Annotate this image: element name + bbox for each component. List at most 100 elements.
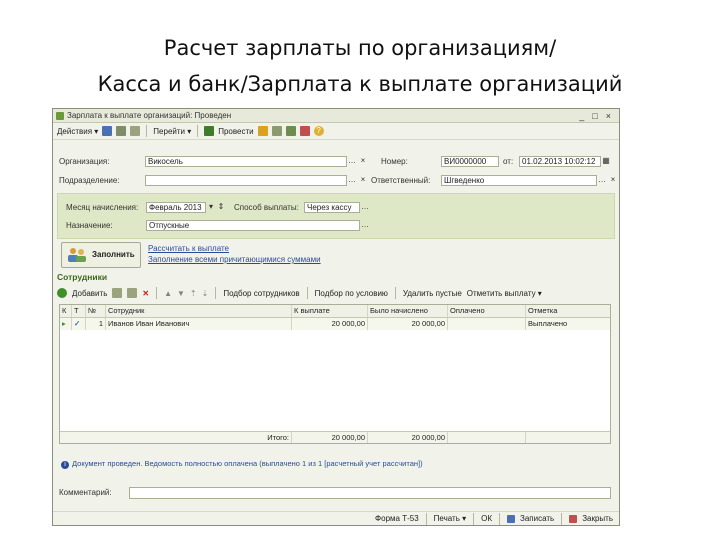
ok-button[interactable]: ОК — [481, 514, 492, 523]
refresh-icon[interactable] — [116, 126, 127, 136]
window-titlebar: Зарплата к выплате организаций: Проведен… — [53, 109, 619, 123]
employees-table: К Т № Сотрудник К выплате Было начислено… — [59, 304, 611, 444]
date-separator: от: — [503, 157, 514, 166]
row-marker-icon: ▸ — [60, 318, 72, 330]
sort-desc-icon[interactable]: ⇣ — [202, 289, 209, 298]
structure-icon[interactable] — [130, 126, 141, 136]
pick-employees-button[interactable]: Подбор сотрудников — [223, 289, 299, 298]
month-label: Месяц начисления: — [66, 203, 139, 212]
number-label: Номер: — [381, 157, 408, 166]
column-header[interactable]: Т — [72, 305, 86, 317]
move-up-icon[interactable]: ▲ — [164, 289, 172, 298]
report-icon[interactable] — [271, 126, 282, 136]
month-field[interactable]: Февраль 2013 — [146, 202, 206, 213]
table-row[interactable]: ▸ ✓ 1 Иванов Иван Иванович 20 000,00 20 … — [60, 318, 610, 330]
post-icon[interactable] — [204, 126, 215, 136]
row-number: 1 — [86, 318, 106, 330]
actions-menu[interactable]: Действия ▾ — [57, 127, 98, 136]
post-button[interactable]: Провести — [218, 127, 253, 136]
save-button[interactable]: Записать — [520, 514, 554, 523]
row-to-pay[interactable]: 20 000,00 — [292, 318, 368, 330]
toolbar-separator — [306, 287, 308, 299]
maximize-button[interactable]: □ — [592, 109, 597, 123]
add-row-button[interactable]: Добавить — [72, 289, 107, 298]
move-down-icon[interactable]: ▼ — [177, 289, 185, 298]
row-accrued[interactable]: 20 000,00 — [368, 318, 448, 330]
org-field[interactable]: Викосель — [145, 156, 347, 167]
column-header[interactable]: К выплате — [292, 305, 368, 317]
sort-asc-icon[interactable]: ⇡ — [190, 289, 197, 298]
add-icon[interactable] — [57, 288, 67, 298]
responsible-clear-icon[interactable]: × — [608, 175, 618, 186]
comment-label: Комментарий: — [59, 488, 112, 497]
month-stepper-icon[interactable]: ⇕ — [216, 202, 226, 213]
responsible-label: Ответственный: — [371, 176, 431, 185]
column-header[interactable]: Сотрудник — [106, 305, 292, 317]
help-icon[interactable]: ? — [313, 126, 324, 136]
month-dropdown-icon[interactable]: ▾ — [206, 202, 216, 213]
column-header[interactable]: Оплачено — [448, 305, 526, 317]
delete-icon[interactable]: ✕ — [142, 289, 149, 298]
mark-payment-menu[interactable]: Отметить выплату ▾ — [467, 289, 542, 298]
footer-empty — [526, 432, 610, 443]
column-header[interactable]: Было начислено — [368, 305, 448, 317]
method-select-icon[interactable]: … — [360, 202, 370, 213]
print-menu[interactable]: Печать ▾ — [434, 514, 466, 523]
delete-empty-button[interactable]: Удалить пустые — [403, 289, 462, 298]
toolbar-separator — [425, 512, 427, 525]
status-info-text[interactable]: Документ проведен. Ведомость полностью о… — [72, 459, 423, 468]
footer-total-to-pay: 20 000,00 — [292, 432, 368, 443]
dept-label: Подразделение: — [59, 176, 120, 185]
table-header: К Т № Сотрудник К выплате Было начислено… — [60, 305, 610, 318]
dept-select-icon[interactable]: … — [347, 175, 357, 186]
close-button[interactable]: Закрыть — [582, 514, 613, 523]
minimize-button[interactable]: _ — [579, 109, 584, 123]
edit-icon[interactable] — [127, 288, 138, 298]
calculate-link[interactable]: Рассчитать к выплате — [148, 244, 229, 253]
document-icon — [56, 112, 64, 120]
pick-by-condition-button[interactable]: Подбор по условию — [315, 289, 388, 298]
org-select-icon[interactable]: … — [347, 156, 357, 167]
calendar-icon[interactable]: ▦ — [601, 156, 611, 167]
print-icon[interactable] — [299, 126, 310, 136]
copy-icon[interactable] — [112, 288, 123, 298]
form-t53-button[interactable]: Форма Т-53 — [375, 514, 419, 523]
number-field[interactable]: ВИ0000000 — [441, 156, 499, 167]
responsible-field[interactable]: Шгведенко — [441, 175, 597, 186]
fill-button[interactable]: Заполнить — [61, 242, 141, 268]
comment-field[interactable] — [129, 487, 611, 499]
toolbar-separator — [499, 512, 500, 525]
save-icon[interactable] — [102, 126, 113, 136]
window-title: Зарплата к выплате организаций: Проведен — [67, 111, 232, 120]
row-checkbox[interactable]: ✓ — [72, 318, 86, 330]
row-employee[interactable]: Иванов Иван Иванович — [106, 318, 292, 330]
column-header[interactable]: № — [86, 305, 106, 317]
method-label: Способ выплаты: — [234, 203, 299, 212]
toolbar-separator — [215, 287, 217, 299]
slide-title-line2: Касса и банк/Зарплата к выплате организа… — [97, 72, 623, 96]
row-paid[interactable] — [448, 318, 526, 330]
footer-total-label: Итого: — [60, 432, 292, 443]
org-clear-icon[interactable]: × — [358, 156, 368, 167]
purpose-select-icon[interactable]: … — [360, 220, 370, 231]
fill-button-label: Заполнить — [92, 250, 135, 259]
dept-clear-icon[interactable]: × — [358, 175, 368, 186]
document-window: Зарплата к выплате организаций: Проведен… — [52, 108, 620, 526]
purpose-label: Назначение: — [66, 221, 113, 230]
movement-icon[interactable] — [257, 126, 268, 136]
period-panel: Месяц начисления: Февраль 2013 ▾ ⇕ Спосо… — [57, 193, 615, 239]
column-header[interactable]: Отметка — [526, 305, 610, 317]
row-mark[interactable]: Выплачено — [526, 318, 610, 330]
fill-all-link[interactable]: Заполнение всеми причитающимися суммами — [148, 255, 321, 264]
table-icon[interactable] — [285, 126, 296, 136]
close-window-button[interactable]: × — [606, 109, 611, 123]
purpose-field[interactable]: Отпускные — [146, 220, 360, 231]
responsible-select-icon[interactable]: … — [597, 175, 607, 186]
goto-menu[interactable]: Перейти ▾ — [153, 127, 191, 136]
date-field[interactable]: 01.02.2013 10:02:12 — [519, 156, 601, 167]
column-header[interactable]: К — [60, 305, 72, 317]
method-field[interactable]: Через кассу — [304, 202, 360, 213]
footer-total-accrued: 20 000,00 — [368, 432, 448, 443]
dept-field[interactable] — [145, 175, 347, 186]
slide-title-line1: Расчет зарплаты по организациям/ — [163, 36, 557, 60]
